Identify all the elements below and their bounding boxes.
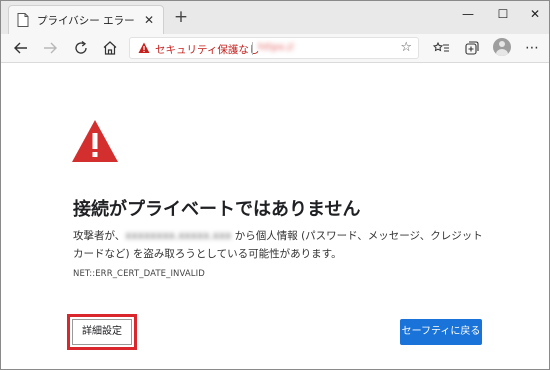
refresh-icon[interactable] xyxy=(72,39,90,57)
minimize-icon[interactable]: — xyxy=(457,5,479,23)
error-page: 接続がプライベートではありません 攻撃者が、xxxxxxxx.xxxxx.xxx… xyxy=(1,64,549,369)
address-bar[interactable]: セキュリティ保護なし https:// ☆ xyxy=(129,37,419,59)
error-description: 攻撃者が、xxxxxxxx.xxxxx.xxx から個人情報 (パスワード、メッ… xyxy=(73,227,493,263)
favorites-list-icon[interactable] xyxy=(432,39,451,57)
page-icon xyxy=(17,13,29,27)
desc-prefix: 攻撃者が、 xyxy=(73,230,126,242)
blurred-domain: xxxxxxxx.xxxxx.xxx xyxy=(125,230,232,242)
profile-avatar[interactable] xyxy=(493,38,511,56)
warning-triangle-icon[interactable] xyxy=(138,42,150,54)
favorite-star-icon[interactable]: ☆ xyxy=(400,40,412,55)
more-menu-icon[interactable]: ⋯ xyxy=(523,39,541,57)
collections-icon[interactable] xyxy=(463,39,481,57)
security-status-label[interactable]: セキュリティ保護なし xyxy=(155,42,259,57)
error-title: 接続がプライベートではありません xyxy=(73,199,361,220)
maximize-icon[interactable]: ☐ xyxy=(492,5,514,23)
new-tab-button[interactable]: + xyxy=(171,7,191,27)
address-separator xyxy=(252,42,253,55)
home-icon[interactable] xyxy=(101,39,119,57)
tab-close-icon[interactable]: ✕ xyxy=(141,12,157,28)
forward-arrow-icon[interactable] xyxy=(41,39,59,57)
back-to-safety-button[interactable]: セーフティに戻る xyxy=(400,319,482,345)
back-arrow-icon[interactable] xyxy=(12,39,30,57)
tab-strip: プライバシー エラー ✕ + — ☐ ✕ xyxy=(1,1,549,34)
url-text[interactable]: https:// xyxy=(258,42,294,53)
window-close-icon[interactable]: ✕ xyxy=(524,5,546,23)
advanced-button[interactable]: 詳細設定 xyxy=(72,319,132,345)
browser-window: プライバシー エラー ✕ + — ☐ ✕ セキュリティ保護なし https://… xyxy=(0,0,550,370)
warning-icon xyxy=(72,120,118,162)
tab-title: プライバシー エラー xyxy=(37,15,135,27)
toolbar: セキュリティ保護なし https:// ☆ ⋯ xyxy=(1,34,549,63)
tab-privacy-error[interactable]: プライバシー エラー ✕ xyxy=(8,5,164,34)
error-code: NET::ERR_CERT_DATE_INVALID xyxy=(73,269,205,279)
